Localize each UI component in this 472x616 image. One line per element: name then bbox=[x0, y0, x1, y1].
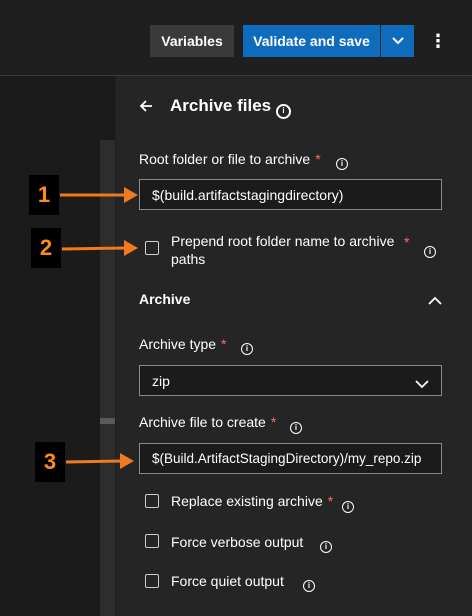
callout-arrows bbox=[60, 187, 138, 469]
callout-arrow-2 bbox=[61, 240, 138, 256]
callout-arrow-1 bbox=[60, 187, 138, 203]
callout-arrow-3 bbox=[65, 453, 134, 469]
